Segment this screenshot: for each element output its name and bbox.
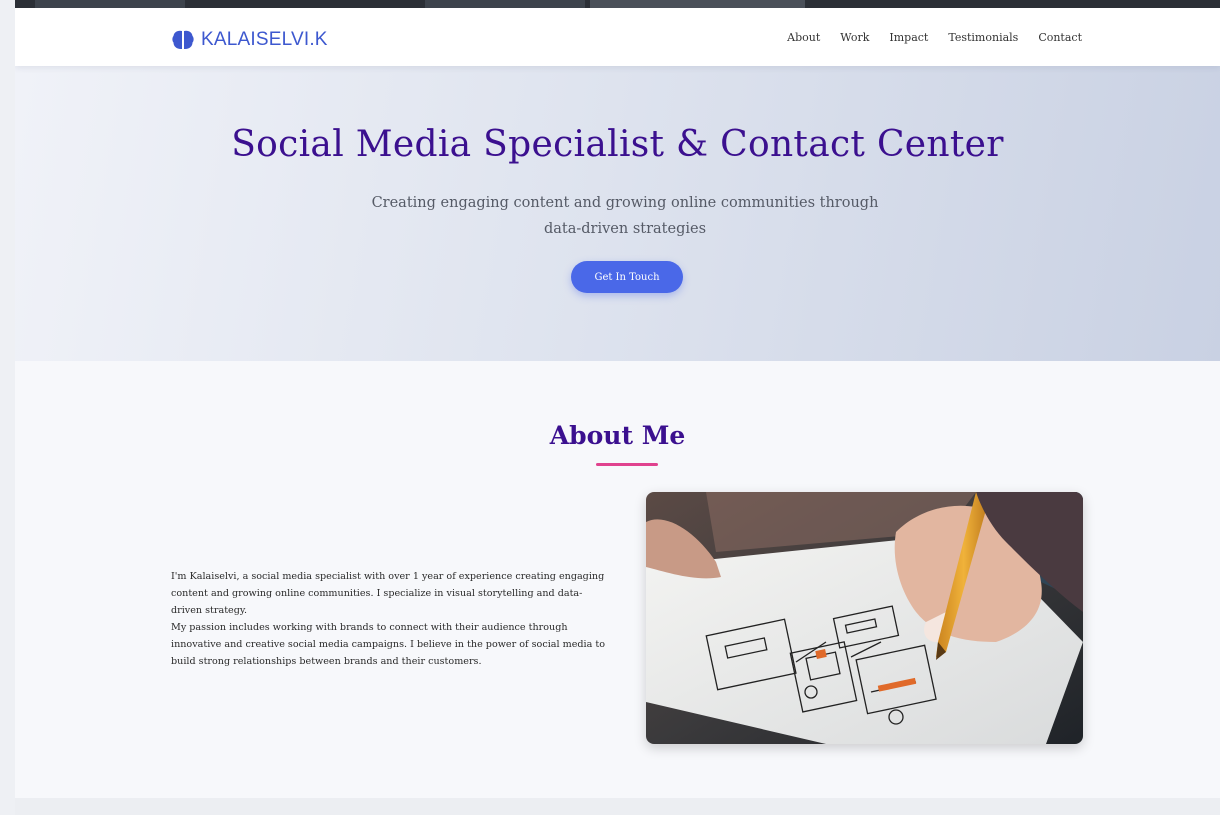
strip-segment [590, 0, 805, 8]
brain-icon [172, 30, 194, 50]
navbar: KALAISELVI.K About Work Impact Testimoni… [15, 8, 1220, 66]
about-title-underline [596, 463, 658, 466]
nav-link-work[interactable]: Work [840, 31, 869, 44]
nav-link-testimonials[interactable]: Testimonials [948, 31, 1018, 44]
next-section-edge [15, 798, 1220, 815]
nav-link-about[interactable]: About [787, 31, 820, 44]
strip-segment [425, 0, 585, 8]
hero-title: Social Media Specialist & Contact Center [231, 124, 1004, 165]
about-description: I'm Kalaiselvi, a social media specialis… [171, 568, 611, 670]
about-title: About Me [549, 421, 686, 450]
brand-name: KALAISELVI.K [201, 29, 328, 50]
hero-section: Social Media Specialist & Contact Center… [15, 66, 1220, 361]
main-nav: About Work Impact Testimonials Contact [787, 31, 1082, 44]
brand-logo[interactable]: KALAISELVI.K [172, 29, 328, 51]
browser-top-strip [15, 0, 1220, 8]
strip-segment [35, 0, 185, 8]
page: KALAISELVI.K About Work Impact Testimoni… [15, 8, 1220, 815]
nav-link-impact[interactable]: Impact [889, 31, 928, 44]
sketch-wireframe-illustration [646, 492, 1083, 744]
hero-subtitle: Creating engaging content and growing on… [371, 195, 879, 237]
about-paragraph-2: My passion includes working with brands … [171, 622, 605, 667]
about-image [646, 492, 1083, 744]
about-paragraph-1: I'm Kalaiselvi, a social media specialis… [171, 571, 605, 616]
get-in-touch-button[interactable]: Get In Touch [571, 261, 683, 293]
nav-link-contact[interactable]: Contact [1038, 31, 1082, 44]
